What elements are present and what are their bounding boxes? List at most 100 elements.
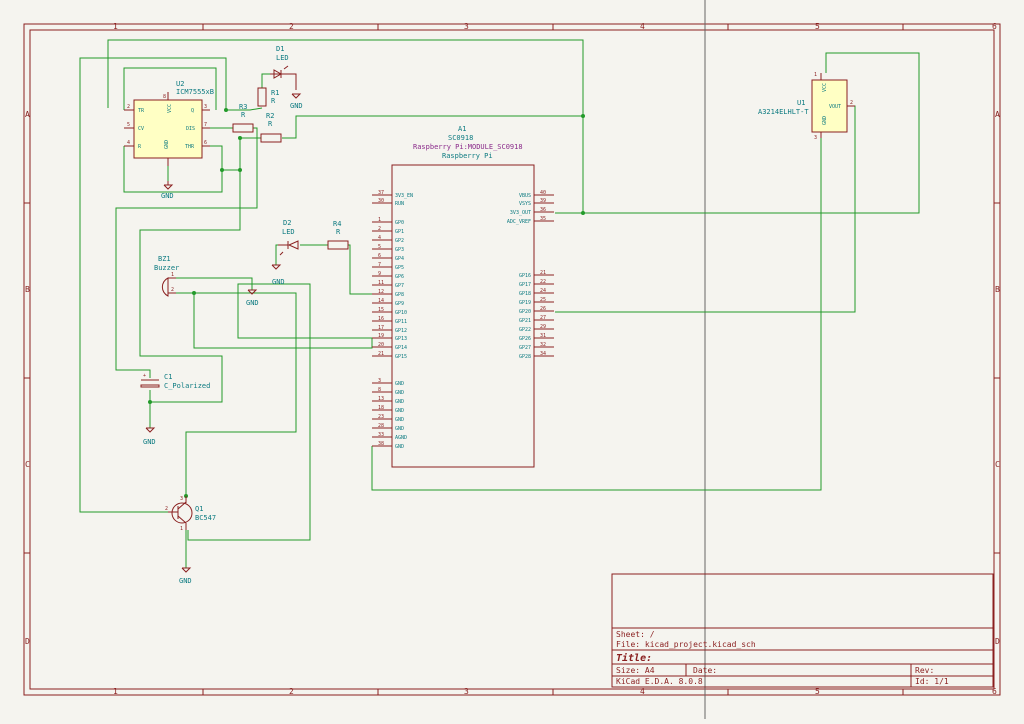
svg-text:GP16: GP16 bbox=[519, 273, 531, 279]
svg-text:GP28: GP28 bbox=[519, 354, 531, 360]
svg-text:GP2: GP2 bbox=[395, 238, 404, 244]
r2-resistor[interactable]: R2 R bbox=[260, 112, 282, 143]
svg-text:31: 31 bbox=[540, 333, 546, 339]
col-label: 2 bbox=[289, 687, 294, 696]
svg-text:R: R bbox=[336, 228, 341, 236]
svg-text:23: 23 bbox=[378, 414, 384, 420]
svg-text:GND: GND bbox=[822, 116, 828, 125]
svg-text:35: 35 bbox=[540, 216, 546, 222]
svg-text:8: 8 bbox=[163, 94, 166, 100]
a1-pin-gnd: 38 GND bbox=[372, 441, 404, 450]
row-label: D bbox=[25, 637, 30, 646]
svg-text:3: 3 bbox=[180, 496, 183, 502]
svg-text:GP18: GP18 bbox=[519, 291, 531, 297]
svg-text:GP22: GP22 bbox=[519, 327, 531, 333]
a1-right-pins: 40 VBUS 39 VSYS 36 3V3_OUT 35 ADC_VREF 21 GP16 22 G… bbox=[507, 190, 554, 360]
u2-value: ICM7555xB bbox=[176, 88, 214, 96]
svg-text:1: 1 bbox=[180, 526, 183, 532]
svg-text:15: 15 bbox=[378, 307, 384, 313]
svg-text:20: 20 bbox=[378, 342, 384, 348]
q1-transistor[interactable]: Q1 BC547 2 3 1 bbox=[165, 496, 216, 532]
wires bbox=[79, 39, 920, 568]
svg-text:GND: GND bbox=[395, 390, 404, 396]
u1-sensor[interactable]: U1 A3214ELHLT-T VCC GND VOUT 1 2 3 bbox=[758, 72, 855, 141]
c1-capacitor[interactable]: C1 C_Polarized + bbox=[140, 373, 210, 390]
svg-text:BZ1: BZ1 bbox=[158, 255, 171, 263]
a1-pin-gp19: 25 GP19 bbox=[519, 297, 554, 306]
r1-resistor[interactable]: R1 R bbox=[257, 87, 279, 107]
svg-text:5: 5 bbox=[127, 122, 130, 128]
col-label: 2 bbox=[289, 22, 294, 31]
bz1-buzzer[interactable]: BZ1 Buzzer 1 2 bbox=[154, 255, 179, 297]
title-block: Sheet: / File: kicad_project.kicad_sch T… bbox=[611, 573, 994, 688]
svg-text:6: 6 bbox=[378, 253, 381, 259]
svg-text:3: 3 bbox=[378, 378, 381, 384]
tb-sheet: Sheet: / bbox=[616, 630, 655, 639]
svg-text:+: + bbox=[143, 373, 146, 379]
a1-pin-gnd: 18 GND bbox=[372, 405, 404, 414]
svg-text:21: 21 bbox=[378, 351, 384, 357]
col-label: 5 bbox=[815, 22, 820, 31]
svg-text:8: 8 bbox=[378, 387, 381, 393]
d1-led[interactable]: D1 LED bbox=[270, 45, 297, 90]
svg-text:28: 28 bbox=[378, 423, 384, 429]
svg-text:GND: GND bbox=[161, 192, 174, 200]
schematic-sheet[interactable]: 1 2 3 4 5 6 1 2 3 4 5 6 A B C D A B C D bbox=[0, 0, 1024, 719]
r4-resistor[interactable]: R4 R bbox=[327, 220, 349, 250]
svg-text:GP8: GP8 bbox=[395, 292, 404, 298]
svg-text:GND: GND bbox=[395, 381, 404, 387]
svg-text:THR: THR bbox=[185, 144, 195, 150]
svg-text:2: 2 bbox=[127, 104, 130, 110]
col-label: 5 bbox=[815, 687, 820, 696]
svg-text:D1: D1 bbox=[276, 45, 284, 53]
svg-text:Q1: Q1 bbox=[195, 505, 203, 513]
svg-text:7: 7 bbox=[378, 262, 381, 268]
svg-text:GND: GND bbox=[395, 399, 404, 405]
a1-pin-gp11: 16 GP11 bbox=[372, 316, 407, 325]
svg-text:2: 2 bbox=[165, 506, 168, 512]
svg-text:CV: CV bbox=[138, 126, 144, 132]
svg-text:GP9: GP9 bbox=[395, 301, 404, 307]
svg-text:GP26: GP26 bbox=[519, 336, 531, 342]
a1-pin-gp14: 20 GP14 bbox=[372, 342, 407, 351]
row-label: C bbox=[995, 460, 1000, 469]
svg-text:Q: Q bbox=[191, 108, 194, 114]
svg-text:36: 36 bbox=[540, 207, 546, 213]
a1-pin-adc_vref: 35 ADC_VREF bbox=[507, 216, 554, 225]
svg-text:AGND: AGND bbox=[395, 435, 407, 441]
tb-rev: Rev: bbox=[915, 666, 934, 675]
svg-text:GP1: GP1 bbox=[395, 229, 404, 235]
col-label: 6 bbox=[992, 22, 997, 31]
a1-module[interactable]: A1 SC0918 Raspberry Pi:MODULE_SC0918 Ras… bbox=[372, 125, 554, 468]
svg-text:SC0918: SC0918 bbox=[448, 134, 473, 142]
svg-text:A3214ELHLT-T: A3214ELHLT-T bbox=[758, 108, 809, 116]
r3-resistor[interactable]: R3 R bbox=[232, 103, 254, 133]
u2-timer[interactable]: U2 ICM7555xB TR CV R Q DIS THR VCC GND 2… bbox=[124, 80, 214, 166]
svg-text:GP6: GP6 bbox=[395, 274, 404, 280]
svg-text:GND: GND bbox=[164, 140, 170, 149]
svg-text:9: 9 bbox=[378, 271, 381, 277]
svg-text:GP17: GP17 bbox=[519, 282, 531, 288]
row-label: B bbox=[25, 285, 30, 294]
a1-pin-gp10: 15 GP10 bbox=[372, 307, 407, 316]
svg-text:GP20: GP20 bbox=[519, 309, 531, 315]
a1-pin-gp1: 2 GP1 bbox=[372, 226, 404, 235]
a1-pin-gp4: 6 GP4 bbox=[372, 253, 404, 262]
a1-pin-gnd: 23 GND bbox=[372, 414, 404, 423]
svg-text:Buzzer: Buzzer bbox=[154, 264, 179, 272]
a1-pin-gnd: 3 GND bbox=[372, 378, 404, 387]
svg-text:GND: GND bbox=[395, 408, 404, 414]
a1-pin-gp20: 26 GP20 bbox=[519, 306, 554, 315]
svg-text:25: 25 bbox=[540, 297, 546, 303]
svg-text:GP13: GP13 bbox=[395, 336, 407, 342]
svg-text:R: R bbox=[241, 111, 246, 119]
svg-text:GND: GND bbox=[143, 438, 156, 446]
svg-text:2: 2 bbox=[378, 226, 381, 232]
svg-text:GND: GND bbox=[179, 577, 192, 585]
d2-led[interactable]: D2 LED bbox=[278, 219, 299, 256]
svg-text:24: 24 bbox=[540, 288, 546, 294]
svg-text:GP27: GP27 bbox=[519, 345, 531, 351]
a1-pin-gp7: 11 GP7 bbox=[372, 280, 404, 289]
svg-text:GP10: GP10 bbox=[395, 310, 407, 316]
c1-gnd-symbol: GND bbox=[143, 427, 156, 446]
